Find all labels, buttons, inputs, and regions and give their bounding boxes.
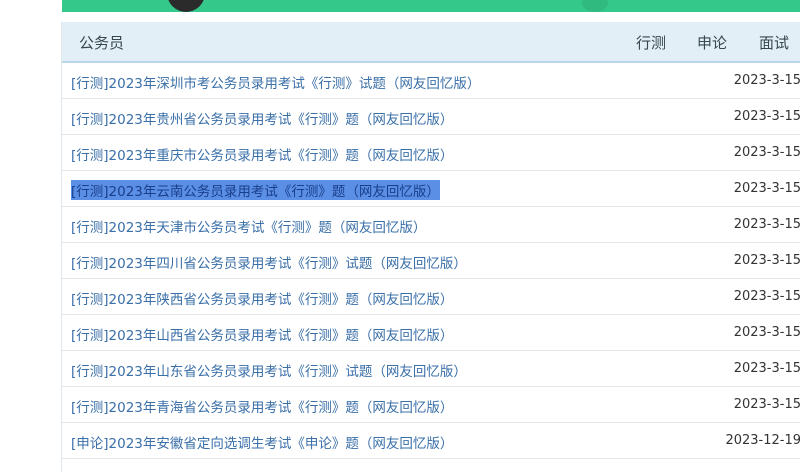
article-date: 2023-3-15 <box>733 253 800 268</box>
article-link[interactable]: [行测]2023年青海省公务员录用考试《行测》题（网友回忆版） <box>71 396 453 416</box>
article-list: [行测]2023年深圳市考公务员录用考试《行测》试题（网友回忆版） 2023-3… <box>62 63 800 459</box>
list-item: [行测]2023年深圳市考公务员录用考试《行测》试题（网友回忆版） 2023-3… <box>62 63 800 99</box>
article-date: 2023-3-15 <box>733 181 800 196</box>
list-item: [行测]2023年山西省公务员录用考试《行测》题（网友回忆版） 2023-3-1… <box>62 315 800 351</box>
list-item: [行测]2023年四川省公务员录用考试《行测》试题（网友回忆版） 2023-3-… <box>62 243 800 279</box>
top-banner <box>62 0 800 12</box>
article-date: 2023-3-15 <box>733 397 800 412</box>
article-link-selected[interactable]: [行测]2023年云南公务员录用考试《行测》题（网友回忆版） <box>71 180 440 200</box>
article-link[interactable]: [行测]2023年重庆市公务员录用考试《行测》题（网友回忆版） <box>71 144 453 164</box>
article-date: 2023-3-15 <box>733 361 800 376</box>
article-date: 2023-12-19 <box>725 433 800 448</box>
banner-leaf-icon <box>582 0 608 12</box>
exam-list-panel: 公务员 行测 申论 面试 [行测]2023年深圳市考公务员录用考试《行测》试题（… <box>61 22 800 472</box>
article-link[interactable]: [行测]2023年陕西省公务员录用考试《行测》题（网友回忆版） <box>71 288 453 308</box>
list-item: [申论]2023年安徽省定向选调生考试《申论》题（网友回忆版） 2023-12-… <box>62 423 800 459</box>
tab-mianshi[interactable]: 面试 <box>759 32 789 53</box>
list-item: [行测]2023年天津市公务员考试《行测》题（网友回忆版） 2023-3-15 <box>62 207 800 243</box>
article-link[interactable]: [行测]2023年山东省公务员录用考试《行测》试题（网友回忆版） <box>71 360 467 380</box>
article-date: 2023-3-15 <box>733 73 800 88</box>
article-link[interactable]: [行测]2023年深圳市考公务员录用考试《行测》试题（网友回忆版） <box>71 72 480 92</box>
list-item: [行测]2023年贵州省公务员录用考试《行测》题（网友回忆版） 2023-3-1… <box>62 99 800 135</box>
list-item: [行测]2023年陕西省公务员录用考试《行测》题（网友回忆版） 2023-3-1… <box>62 279 800 315</box>
article-date: 2023-3-15 <box>733 145 800 160</box>
list-item: [行测]2023年山东省公务员录用考试《行测》试题（网友回忆版） 2023-3-… <box>62 351 800 387</box>
article-link[interactable]: [行测]2023年山西省公务员录用考试《行测》题（网友回忆版） <box>71 324 453 344</box>
article-link[interactable]: [行测]2023年四川省公务员录用考试《行测》试题（网友回忆版） <box>71 252 467 272</box>
article-link[interactable]: [行测]2023年贵州省公务员录用考试《行测》题（网友回忆版） <box>71 108 453 128</box>
article-link[interactable]: [申论]2023年安徽省定向选调生考试《申论》题（网友回忆版） <box>71 432 453 452</box>
panel-header: 公务员 行测 申论 面试 <box>62 22 800 63</box>
article-date: 2023-3-15 <box>733 217 800 232</box>
list-item: [行测]2023年重庆市公务员录用考试《行测》题（网友回忆版） 2023-3-1… <box>62 135 800 171</box>
article-date: 2023-3-15 <box>733 325 800 340</box>
tab-shenlun[interactable]: 申论 <box>697 32 727 53</box>
article-date: 2023-3-15 <box>733 109 800 124</box>
list-item: [行测]2023年云南公务员录用考试《行测》题（网友回忆版） 2023-3-15 <box>62 171 800 207</box>
article-link[interactable]: [行测]2023年天津市公务员考试《行测》题（网友回忆版） <box>71 216 426 236</box>
article-date: 2023-3-15 <box>733 289 800 304</box>
panel-title: 公务员 <box>79 34 125 52</box>
list-item: [行测]2023年青海省公务员录用考试《行测》题（网友回忆版） 2023-3-1… <box>62 387 800 423</box>
tab-xingce[interactable]: 行测 <box>636 32 666 53</box>
banner-avatar-icon <box>167 0 205 12</box>
